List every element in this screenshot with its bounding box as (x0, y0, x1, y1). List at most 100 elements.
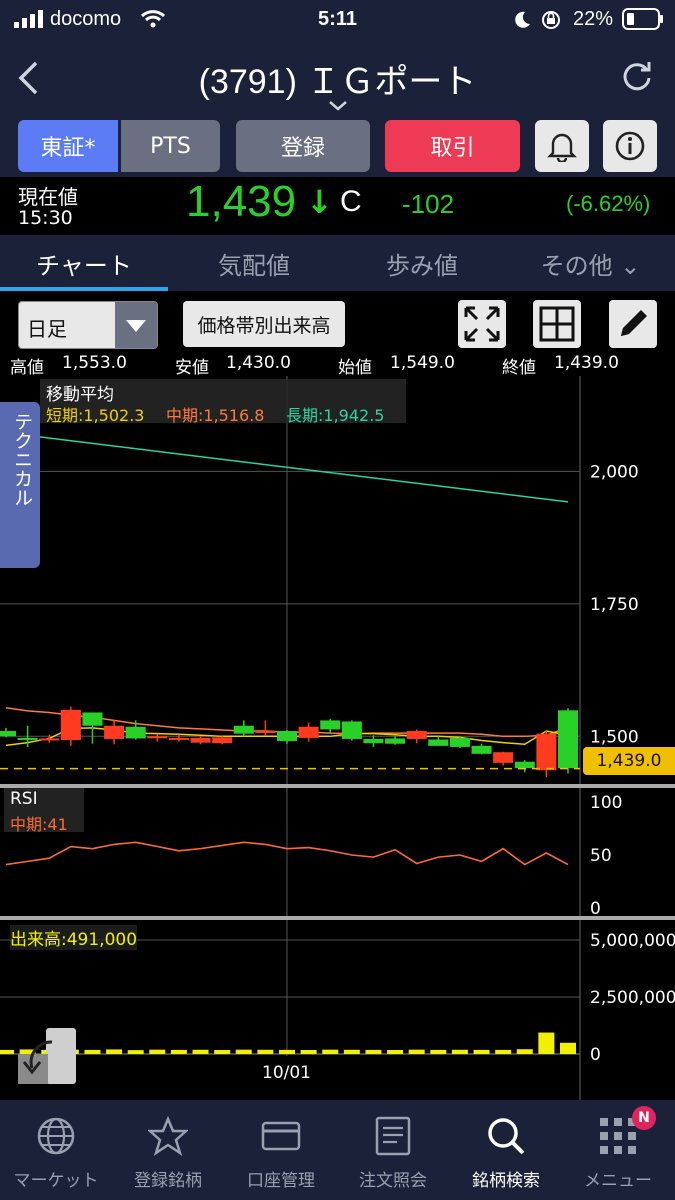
nav-search[interactable]: 銘柄検索 (450, 1100, 562, 1200)
period-value: 日足 (27, 317, 67, 341)
volume-bar (84, 1049, 101, 1054)
caret-down-icon (126, 320, 146, 332)
volume-bar (516, 1049, 533, 1054)
candle-body (17, 737, 38, 740)
technical-tab-label: テクニカル (11, 412, 33, 507)
current-price: 1,439 (186, 177, 297, 226)
close-flag: C (340, 185, 362, 218)
x-axis-label: 10/01 (262, 1063, 311, 1083)
volume-profile-button[interactable]: 価格帯別出来高 (183, 301, 345, 347)
panel-divider (0, 916, 675, 920)
current-price-tag-text: 1,439.0 (596, 751, 662, 771)
volume-bar (127, 1050, 144, 1054)
tab-bar: チャート 気配値 歩み値 その他 ⌄ (0, 235, 675, 291)
low-value: 1,430.0 (226, 353, 291, 373)
trade-button[interactable]: 取引 (385, 120, 520, 172)
nav-account-label: 口座管理 (247, 1171, 315, 1191)
current-price-tag: 1,439.0 (583, 747, 675, 775)
chevron-down-icon[interactable] (328, 100, 348, 112)
stock-title[interactable]: (3791) ＩＧポート (0, 54, 675, 103)
nav-menu-label: メニュー (584, 1171, 652, 1191)
candle-body (0, 731, 16, 737)
layout-button[interactable] (533, 300, 581, 348)
candle-body (320, 720, 341, 730)
draw-button[interactable] (609, 300, 657, 348)
pts-button[interactable]: PTS (121, 120, 220, 172)
grid-icon (539, 306, 575, 342)
nav-menu[interactable]: メニュー N (562, 1100, 674, 1200)
volume-bar (343, 1049, 360, 1054)
tab-chart[interactable]: チャート (0, 235, 168, 291)
rsi-legend: RSI 中期:41 (4, 788, 84, 834)
price-tick-label: 1,750 (590, 595, 639, 615)
scroll-latest-button[interactable] (18, 1028, 76, 1084)
candle-body (341, 721, 362, 739)
tab-other[interactable]: その他 ⌄ (506, 235, 675, 291)
stock-chart[interactable]: 2,000 1,750 1,500 100 50 0 5,000,000 2,500,000 0 (0, 376, 675, 1100)
volume-bar (170, 1049, 187, 1054)
candle-body (558, 710, 578, 769)
candle-body (168, 737, 189, 740)
candle-body (493, 752, 514, 763)
candle-body (60, 709, 81, 741)
volume-tick-label: 5,000,000 (590, 931, 675, 951)
ma-legend: 移動平均 短期:1,502.3 中期:1,516.8 長期:1,942.5 (40, 379, 406, 425)
close-label: 終値 (502, 358, 536, 378)
candle-body (428, 739, 449, 746)
volume-bar (408, 1049, 425, 1054)
candle-body (406, 731, 427, 739)
info-button[interactable] (603, 120, 657, 172)
down-arrow-icon: ↓ (306, 183, 333, 221)
candle-body (233, 725, 254, 734)
period-select[interactable]: 日足 (18, 301, 158, 349)
panel-divider (0, 784, 675, 788)
candle-body (104, 725, 125, 739)
price-time: 15:30 (18, 207, 73, 229)
nav-orders[interactable]: 注文照会 (337, 1100, 449, 1200)
rsi-mid-label: 中期:41 (10, 815, 68, 834)
fullscreen-button[interactable] (458, 300, 506, 348)
candle-body (536, 733, 557, 771)
technical-tab[interactable]: テクニカル (0, 402, 40, 568)
volume-bar (0, 1049, 14, 1054)
price-tick-label: 2,000 (590, 462, 639, 482)
candle-body (82, 712, 103, 726)
dropdown-toggle[interactable] (115, 302, 157, 348)
candle-body (471, 745, 492, 754)
info-icon (615, 131, 645, 161)
market-tse-button[interactable]: 東証* (18, 120, 118, 172)
open-value: 1,549.0 (390, 353, 455, 373)
tab-time-and-sales[interactable]: 歩み値 (338, 235, 506, 291)
volume-bar (300, 1050, 317, 1054)
volume-bar (279, 1049, 295, 1054)
register-button[interactable]: 登録 (236, 120, 370, 172)
nav-bar: (3791) ＩＧポート (0, 40, 675, 112)
volume-bar (451, 1049, 468, 1054)
volume-bar (560, 1042, 576, 1054)
back-arrow-icon (18, 1028, 76, 1084)
rsi-tick-label: 50 (590, 846, 612, 866)
volume-bar (149, 1049, 166, 1054)
nav-market[interactable]: マーケット (0, 1100, 112, 1200)
candle-body (385, 738, 406, 744)
status-bar: docomo 5:11 22% (0, 0, 675, 40)
current-price-label: 現在値 (18, 185, 78, 209)
nav-watchlist[interactable]: 登録銘柄 (112, 1100, 224, 1200)
refresh-icon[interactable] (620, 60, 654, 94)
volume-bar (365, 1049, 382, 1054)
nav-watchlist-label: 登録銘柄 (134, 1171, 202, 1191)
volume-bar (214, 1050, 231, 1054)
volume-bar (430, 1049, 447, 1054)
volume-bar (235, 1049, 252, 1054)
nav-account[interactable]: 口座管理 (225, 1100, 337, 1200)
nav-search-label: 銘柄検索 (472, 1171, 540, 1191)
candle-body (449, 737, 470, 747)
candle-body (363, 738, 384, 744)
nav-market-label: マーケット (13, 1171, 99, 1191)
tab-quotes[interactable]: 気配値 (170, 235, 338, 291)
alert-button[interactable] (535, 120, 589, 172)
candle-body (514, 761, 535, 769)
card-icon (261, 1121, 301, 1151)
candle-body (39, 738, 60, 741)
ma-long-label: 長期:1,942.5 (286, 406, 385, 425)
